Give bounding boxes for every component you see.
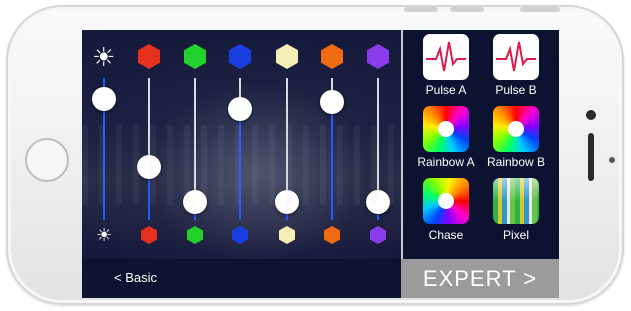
blue-color-swatch[interactable] [229, 44, 251, 69]
green-slider-thumb[interactable] [183, 189, 207, 214]
effect-label: Rainbow B [486, 155, 546, 169]
green-color-indicator [187, 226, 203, 244]
blue-slider-thumb[interactable] [228, 97, 252, 122]
sleep-button [520, 7, 560, 12]
orange-color-swatch[interactable] [321, 44, 343, 69]
effect-label: Pulse A [425, 83, 467, 97]
rainbow-b-tile[interactable] [493, 106, 539, 152]
app-screen: ☀ ☀ Pulse A Pulse B Rainbow A Rainbow B … [82, 30, 559, 298]
orange-color-indicator [324, 226, 340, 244]
orange-slider-fill [331, 102, 333, 220]
cream-slider-thumb[interactable] [275, 189, 299, 214]
pulse-icon [496, 41, 536, 72]
green-color-swatch[interactable] [184, 44, 206, 69]
earpiece-speaker [588, 133, 594, 181]
color-mixer-panel: ☀ ☀ [82, 30, 401, 259]
effect-label: Pixel [502, 228, 529, 242]
basic-mode-label: < Basic [114, 270, 157, 285]
expert-mode-button[interactable]: EXPERT > [401, 259, 559, 298]
effect-label: Chase [428, 228, 464, 242]
volume-button [450, 7, 484, 12]
effects-grid: Pulse A Pulse B Rainbow A Rainbow B Chas… [403, 30, 559, 259]
blue-slider-fill [239, 109, 241, 220]
sun-small-icon: ☀ [96, 225, 113, 245]
red-color-swatch[interactable] [138, 44, 160, 69]
pixel-tile[interactable] [493, 178, 539, 224]
purple-color-swatch[interactable] [367, 44, 389, 69]
red-slider-fill [148, 167, 150, 220]
proximity-sensor [609, 157, 615, 163]
brightness-slider-thumb[interactable] [92, 87, 116, 112]
color-wheel-icon [493, 106, 539, 152]
purple-slider-thumb[interactable] [366, 189, 390, 214]
cream-color-indicator [279, 226, 295, 244]
orange-slider-thumb[interactable] [320, 90, 344, 115]
purple-color-indicator [370, 226, 386, 244]
red-color-indicator [141, 226, 157, 244]
red-slider-track [148, 78, 150, 168]
pulse-icon [426, 41, 466, 72]
cream-slider-track [286, 78, 288, 202]
chase-tile[interactable] [423, 178, 469, 224]
expert-mode-label: EXPERT > [422, 266, 538, 291]
purple-slider-track [377, 78, 379, 202]
basic-mode-button[interactable]: < Basic [82, 259, 401, 298]
pulse-b-tile[interactable] [493, 34, 539, 80]
mode-bar: < Basic EXPERT > [82, 259, 559, 298]
pulse-a-tile[interactable] [423, 34, 469, 80]
green-slider-track [194, 78, 196, 202]
rainbow-a-tile[interactable] [423, 106, 469, 152]
blue-color-indicator [232, 226, 248, 244]
volume-button [404, 7, 438, 12]
effect-label: Rainbow A [417, 155, 475, 169]
home-button[interactable] [25, 138, 69, 182]
front-camera [586, 110, 596, 120]
sun-icon: ☀ [92, 42, 116, 72]
cream-color-swatch[interactable] [276, 44, 298, 69]
pixel-mosaic-icon [493, 178, 539, 224]
effect-label: Pulse B [495, 83, 537, 97]
color-wheel-icon [423, 106, 469, 152]
color-wheel-icon [423, 178, 469, 224]
red-slider-thumb[interactable] [137, 155, 161, 180]
